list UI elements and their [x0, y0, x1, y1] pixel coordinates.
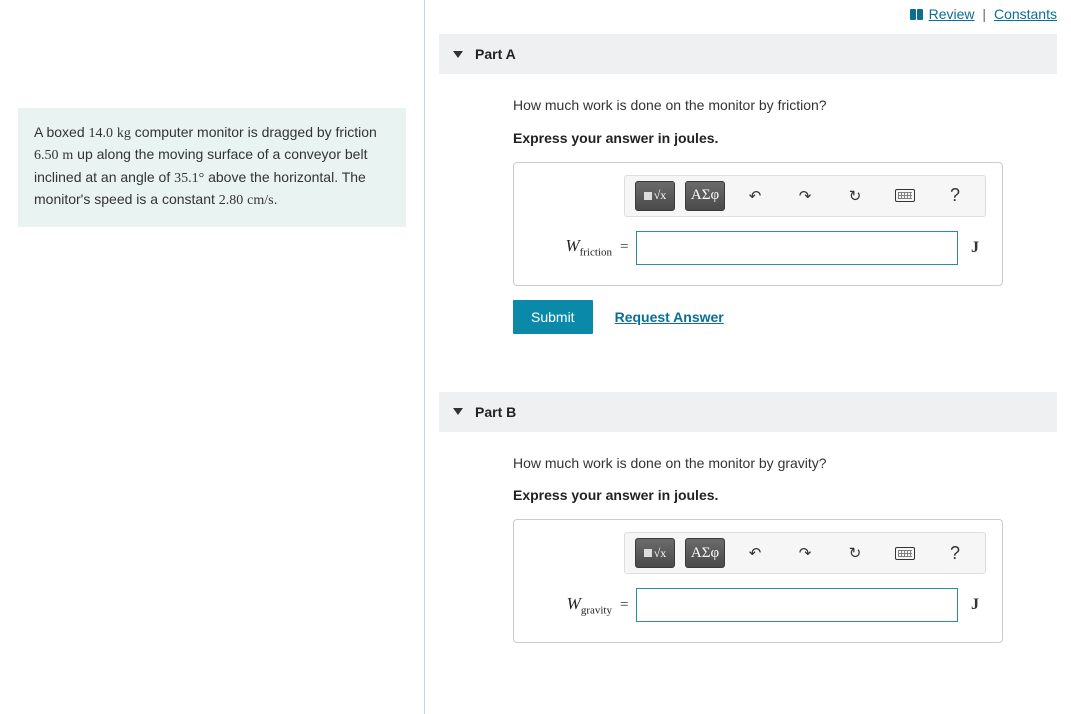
- part-b-body: How much work is done on the monitor by …: [439, 432, 1057, 674]
- answer-panel: Review | Constants Part A How much work …: [425, 0, 1071, 714]
- answer-row: Wgravity = J: [530, 588, 986, 622]
- equation-toolbar: √x ΑΣφ ↶ ↷ ↻ ?: [624, 175, 986, 217]
- distance-unit: m: [62, 148, 73, 163]
- keyboard-icon: [895, 547, 915, 560]
- part-a-answer-box: √x ΑΣφ ↶ ↷ ↻ ? Wfriction = J: [513, 162, 1003, 286]
- undo-button[interactable]: ↶: [735, 538, 775, 568]
- equals-sign: =: [620, 597, 628, 614]
- speed-unit: cm/s: [247, 193, 273, 208]
- problem-panel: A boxed 14.0 kg computer monitor is drag…: [0, 0, 425, 714]
- part-a-header[interactable]: Part A: [439, 34, 1057, 74]
- problem-statement: A boxed 14.0 kg computer monitor is drag…: [18, 108, 406, 227]
- math-templates-button[interactable]: √x: [635, 538, 675, 568]
- mass-unit: kg: [117, 126, 131, 141]
- part-a-title: Part A: [475, 46, 516, 62]
- part-b-header[interactable]: Part B: [439, 392, 1057, 432]
- separator: |: [982, 6, 986, 22]
- constants-link[interactable]: Constants: [994, 6, 1057, 22]
- part-b-instruction: Express your answer in joules.: [513, 487, 1003, 503]
- part-a-answer-input[interactable]: [636, 231, 958, 265]
- part-b-question: How much work is done on the monitor by …: [513, 454, 1003, 474]
- problem-text: computer monitor is dragged by friction: [131, 124, 377, 140]
- greek-symbols-button[interactable]: ΑΣφ: [685, 181, 725, 211]
- part-a-actions: Submit Request Answer: [513, 300, 1003, 334]
- help-button[interactable]: ?: [935, 181, 975, 211]
- review-link[interactable]: Review: [929, 6, 975, 22]
- part-a-instruction: Express your answer in joules.: [513, 130, 1003, 146]
- redo-button[interactable]: ↷: [785, 538, 825, 568]
- unit-label: J: [964, 239, 986, 257]
- math-templates-button[interactable]: √x: [635, 181, 675, 211]
- greek-symbols-button[interactable]: ΑΣφ: [685, 538, 725, 568]
- part-a-body: How much work is done on the monitor by …: [439, 74, 1057, 364]
- problem-text: .: [274, 191, 278, 207]
- equation-toolbar: √x ΑΣφ ↶ ↷ ↻ ?: [624, 532, 986, 574]
- top-links: Review | Constants: [439, 0, 1057, 34]
- keyboard-button[interactable]: [885, 538, 925, 568]
- unit-label: J: [964, 596, 986, 614]
- caret-down-icon[interactable]: [453, 51, 463, 58]
- answer-row: Wfriction = J: [530, 231, 986, 265]
- keyboard-button[interactable]: [885, 181, 925, 211]
- submit-button[interactable]: Submit: [513, 300, 593, 334]
- speed-value: 2.80: [219, 193, 244, 208]
- part-a-question: How much work is done on the monitor by …: [513, 96, 1003, 116]
- part-b-answer-box: √x ΑΣφ ↶ ↷ ↻ ? Wgravity = J: [513, 519, 1003, 643]
- request-answer-link[interactable]: Request Answer: [615, 309, 724, 325]
- keyboard-icon: [895, 189, 915, 202]
- caret-down-icon[interactable]: [453, 408, 463, 415]
- equals-sign: =: [620, 239, 628, 256]
- part-b-answer-input[interactable]: [636, 588, 958, 622]
- redo-button[interactable]: ↷: [785, 181, 825, 211]
- help-button[interactable]: ?: [935, 538, 975, 568]
- reset-button[interactable]: ↻: [835, 538, 875, 568]
- book-icon: [909, 7, 923, 18]
- reset-button[interactable]: ↻: [835, 181, 875, 211]
- part-b-title: Part B: [475, 404, 516, 420]
- distance-value: 6.50: [34, 148, 59, 163]
- variable-label: Wgravity: [530, 594, 612, 616]
- angle-value: 35.1°: [174, 171, 204, 186]
- variable-label: Wfriction: [530, 236, 612, 258]
- undo-button[interactable]: ↶: [735, 181, 775, 211]
- problem-text: A boxed: [34, 124, 89, 140]
- mass-value: 14.0: [89, 126, 114, 141]
